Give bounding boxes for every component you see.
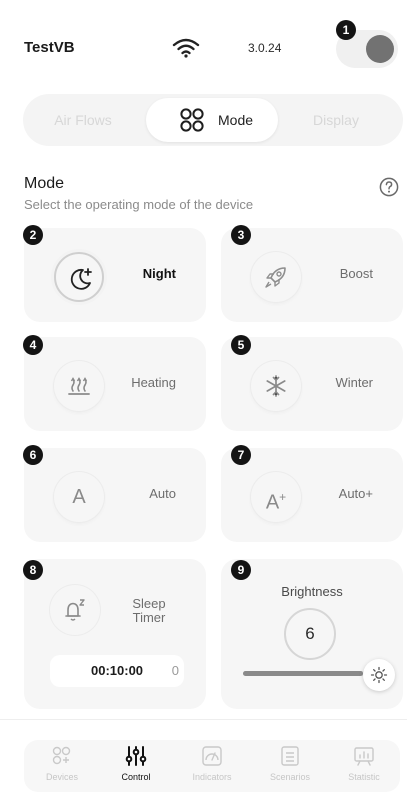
bottom-nav: Devices Control Indicators Scenarios Sta… [24, 740, 400, 792]
nav-statistic[interactable]: Statistic [331, 740, 397, 792]
night-icon-circle [54, 252, 104, 302]
mode-card-heating[interactable]: Heating [24, 337, 206, 431]
snowflake-icon [266, 375, 286, 397]
marker-3: 3 [231, 225, 251, 245]
brightness-value-ring: 6 [284, 608, 336, 660]
auto-icon: A [72, 486, 86, 508]
mode-label-boost: Boost [339, 266, 373, 281]
brightness-slider-fill [243, 671, 364, 676]
auto-icon-circle: A [54, 472, 104, 522]
gauge-icon [202, 746, 222, 766]
toggle-knob [366, 35, 394, 63]
nav-divider [0, 719, 407, 720]
firmware-version: 3.0.24 [248, 41, 282, 55]
marker-9: 9 [231, 560, 251, 580]
sleep-timer-card[interactable]: Sleep Timer 00:10:00 0 [24, 559, 206, 709]
help-icon[interactable] [379, 177, 399, 197]
marker-1: 1 [336, 20, 356, 40]
sleep-timer-value: 00:10:00 [91, 663, 144, 678]
mode-grid-icon [180, 108, 204, 132]
mode-label-auto: Auto [149, 486, 176, 501]
tab-air-flows[interactable]: Air Flows [23, 94, 143, 146]
brightness-card: Brightness 6 [221, 559, 403, 709]
sleep-timer-input[interactable]: 00:10:00 0 [50, 655, 184, 687]
marker-5: 5 [231, 335, 251, 355]
mode-card-auto-plus[interactable]: A+ Auto+ [221, 448, 403, 542]
scenarios-icon [281, 746, 299, 766]
nav-scenarios[interactable]: Scenarios [257, 740, 323, 792]
statistic-icon [354, 747, 374, 766]
control-sliders-icon [125, 746, 147, 766]
sleep-icon-circle [50, 585, 100, 635]
marker-4: 4 [23, 335, 43, 355]
brightness-title: Brightness [281, 584, 343, 599]
mode-card-auto[interactable]: A Auto [24, 448, 206, 542]
nav-control-label: Control [121, 772, 151, 782]
tab-mode[interactable]: Mode [146, 98, 278, 142]
winter-icon-circle [251, 361, 301, 411]
nav-indicators[interactable]: Indicators [179, 740, 245, 792]
rocket-icon [265, 267, 286, 288]
mode-label-winter: Winter [335, 375, 373, 390]
section-title: Mode [24, 175, 65, 192]
sleep-timer-label: Sleep Timer [124, 597, 174, 625]
auto-plus-icon-circle: A+ [251, 472, 301, 522]
device-name: TestVB [24, 39, 75, 56]
nav-devices-label: Devices [45, 772, 78, 782]
wifi-icon [172, 38, 200, 58]
nav-devices[interactable]: Devices [29, 740, 95, 792]
mode-card-boost[interactable]: Boost [221, 228, 403, 322]
bell-sleep-icon [65, 599, 85, 621]
nav-scenarios-label: Scenarios [269, 772, 311, 782]
marker-7: 7 [231, 445, 251, 465]
app-header: TestVB 3.0.24 1 [0, 0, 407, 90]
mode-label-night: Night [142, 266, 176, 281]
heating-icon [68, 377, 90, 395]
sleep-timer-label-line2: Timer [132, 610, 166, 625]
auto-plus-icon: A+ [265, 490, 287, 514]
brightness-slider-handle[interactable] [363, 659, 395, 691]
brightness-slider-track[interactable] [243, 671, 371, 676]
marker-6: 6 [23, 445, 43, 465]
marker-8: 8 [23, 560, 43, 580]
sleep-timer-trailing: 0 [171, 663, 179, 678]
mode-label-heating: Heating [131, 375, 176, 390]
mode-card-night[interactable]: Night [24, 228, 206, 322]
sleep-timer-label-line1: Sleep [132, 596, 166, 611]
auto-plus-letter: A [265, 491, 280, 514]
tab-mode-label: Mode [218, 112, 254, 128]
boost-icon-circle [251, 252, 301, 302]
section-subtitle: Select the operating mode of the device [24, 197, 254, 212]
tab-display[interactable]: Display [281, 94, 391, 146]
nav-control[interactable]: Control [103, 740, 169, 792]
sun-icon [370, 666, 388, 684]
heating-icon-circle [54, 361, 104, 411]
mode-tabs: Air Flows Mode Display [23, 94, 403, 146]
night-moon-icon [70, 268, 92, 290]
nav-statistic-label: Statistic [348, 772, 380, 782]
brightness-value: 6 [305, 624, 315, 643]
nav-indicators-label: Indicators [192, 772, 232, 782]
marker-2: 2 [23, 225, 43, 245]
devices-icon [52, 746, 71, 765]
mode-label-auto-plus: Auto+ [338, 486, 373, 501]
